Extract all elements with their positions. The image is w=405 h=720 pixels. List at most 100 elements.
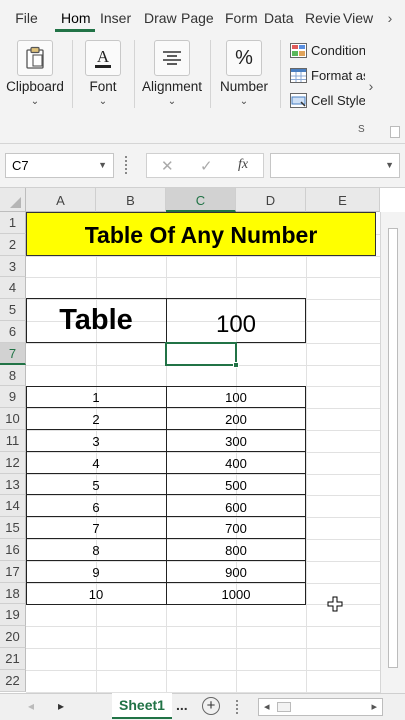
alignment-group[interactable]: Alignment ⌄: [136, 34, 208, 144]
sheet-next-icon[interactable]: ▸: [58, 699, 64, 713]
horizontal-scrollbar[interactable]: ◂ ▸: [258, 698, 383, 716]
row-header-17[interactable]: 17: [0, 560, 26, 583]
sheet-tab-bar: ◂ ▸ Sheet1 ... + ◂ ▸: [0, 693, 405, 720]
add-sheet-icon[interactable]: +: [202, 697, 220, 715]
alignment-chevron-down-icon: ⌄: [167, 96, 177, 107]
clipboard-group[interactable]: Clipboard ⌄: [0, 34, 70, 144]
scroll-left-icon[interactable]: ◂: [264, 700, 270, 713]
result-cell[interactable]: 200: [166, 408, 306, 430]
result-cell[interactable]: 600: [166, 496, 306, 518]
tabs-scroll-right-icon[interactable]: ›: [375, 0, 405, 34]
tab-home[interactable]: Hom: [53, 0, 97, 34]
multiplier-cell[interactable]: 5: [26, 474, 166, 496]
column-header-c[interactable]: C: [166, 188, 236, 212]
result-cell[interactable]: 500: [166, 474, 306, 496]
row-header-7[interactable]: 7: [0, 342, 26, 365]
multiplier-cell[interactable]: 6: [26, 496, 166, 518]
row-header-6[interactable]: 6: [0, 321, 26, 343]
name-box-dropdown-icon[interactable]: ▼: [98, 154, 107, 177]
number-group[interactable]: % Number ⌄: [212, 34, 276, 144]
formula-bar: C7 ▼ ✕ ✓ fx ▼: [0, 144, 405, 188]
vertical-scrollbar[interactable]: [380, 212, 405, 693]
result-cell[interactable]: 900: [166, 561, 306, 584]
row-header-4[interactable]: 4: [0, 277, 26, 300]
selected-cell-c7[interactable]: [165, 342, 239, 368]
title-cell[interactable]: Table Of Any Number: [26, 212, 376, 256]
result-cell[interactable]: 100: [166, 386, 306, 408]
styles-more-icon[interactable]: ›: [366, 78, 376, 94]
result-cell[interactable]: 800: [166, 539, 306, 562]
multiplier-cell[interactable]: 2: [26, 408, 166, 430]
row-header-5[interactable]: 5: [0, 299, 26, 321]
row-header-1[interactable]: 1: [0, 212, 26, 234]
column-header-e[interactable]: E: [306, 188, 380, 212]
number-label: Number: [219, 79, 268, 94]
row-header-2[interactable]: 2: [0, 233, 26, 256]
insert-function-icon[interactable]: fx: [238, 157, 248, 173]
cell-styles-icon: [290, 92, 307, 108]
result-cell[interactable]: 300: [166, 430, 306, 452]
row-header-18[interactable]: 18: [0, 582, 26, 605]
formula-expand-icon[interactable]: ▼: [385, 160, 394, 170]
tab-data[interactable]: Data: [259, 0, 302, 34]
row-header-3[interactable]: 3: [0, 255, 26, 278]
horizontal-scroll-thumb[interactable]: [277, 702, 291, 712]
column-header-d[interactable]: D: [236, 188, 306, 212]
resize-grip-icon[interactable]: [125, 156, 128, 174]
row-header-15[interactable]: 15: [0, 517, 26, 539]
ribbon-separator: [210, 40, 211, 108]
sheet-prev-icon[interactable]: ◂: [28, 699, 34, 713]
vertical-scroll-thumb[interactable]: [388, 228, 398, 668]
cancel-icon[interactable]: ✕: [161, 157, 174, 175]
select-all-button[interactable]: [0, 188, 26, 212]
result-cell[interactable]: 400: [166, 452, 306, 474]
tab-split-grip-icon[interactable]: [236, 700, 239, 714]
name-box[interactable]: C7 ▼: [5, 153, 114, 178]
sheet-tab-sheet1[interactable]: Sheet1: [112, 693, 172, 719]
row-header-20[interactable]: 20: [0, 626, 26, 648]
row-header-19[interactable]: 19: [0, 604, 26, 627]
multiplier-cell[interactable]: 8: [26, 539, 166, 562]
fill-handle[interactable]: [233, 362, 239, 368]
row-header-10[interactable]: 10: [0, 408, 26, 430]
conditional-formatting-button[interactable]: Conditional Formatting: [290, 40, 365, 60]
row-header-8[interactable]: 8: [0, 364, 26, 387]
tab-view[interactable]: View: [341, 0, 375, 34]
enter-icon[interactable]: ✓: [200, 157, 213, 175]
formula-buttons: ✕ ✓ fx: [146, 153, 264, 178]
tab-draw[interactable]: Draw: [137, 0, 178, 34]
multiplier-cell[interactable]: 10: [26, 583, 166, 605]
row-header-9[interactable]: 9: [0, 386, 26, 409]
result-cell[interactable]: 700: [166, 517, 306, 540]
alignment-label: Alignment: [141, 79, 203, 94]
row-header-13[interactable]: 13: [0, 473, 26, 496]
row-header-22[interactable]: 22: [0, 669, 26, 692]
multiplier-cell[interactable]: 1: [26, 386, 166, 408]
tab-review[interactable]: Revie: [302, 0, 341, 34]
tab-file[interactable]: File: [0, 0, 53, 34]
result-cell[interactable]: 1000: [166, 583, 306, 605]
format-as-table-button[interactable]: Format as Table: [290, 65, 365, 85]
scroll-right-icon[interactable]: ▸: [371, 700, 377, 713]
column-header-b[interactable]: B: [96, 188, 166, 212]
row-header-11[interactable]: 11: [0, 430, 26, 452]
multiplier-cell[interactable]: 9: [26, 561, 166, 584]
formula-input[interactable]: ▼: [270, 153, 400, 178]
tab-insert[interactable]: Inser: [97, 0, 137, 34]
number-cell[interactable]: 100: [166, 302, 306, 347]
row-header-16[interactable]: 16: [0, 539, 26, 561]
ribbon-scrollbar[interactable]: [390, 126, 400, 138]
column-header-a[interactable]: A: [26, 188, 96, 212]
multiplier-cell[interactable]: 7: [26, 517, 166, 540]
multiplier-cell[interactable]: 4: [26, 452, 166, 474]
label-cell[interactable]: Table: [26, 298, 166, 343]
more-sheets-button[interactable]: ...: [176, 697, 188, 713]
tab-page-layout[interactable]: Page: [178, 0, 219, 34]
row-header-12[interactable]: 12: [0, 451, 26, 474]
font-group[interactable]: A Font ⌄: [74, 34, 132, 144]
row-header-21[interactable]: 21: [0, 648, 26, 670]
cell-styles-button[interactable]: Cell Styles: [290, 90, 365, 110]
row-header-14[interactable]: 14: [0, 495, 26, 518]
tab-formulas[interactable]: Form: [219, 0, 259, 34]
multiplier-cell[interactable]: 3: [26, 430, 166, 452]
